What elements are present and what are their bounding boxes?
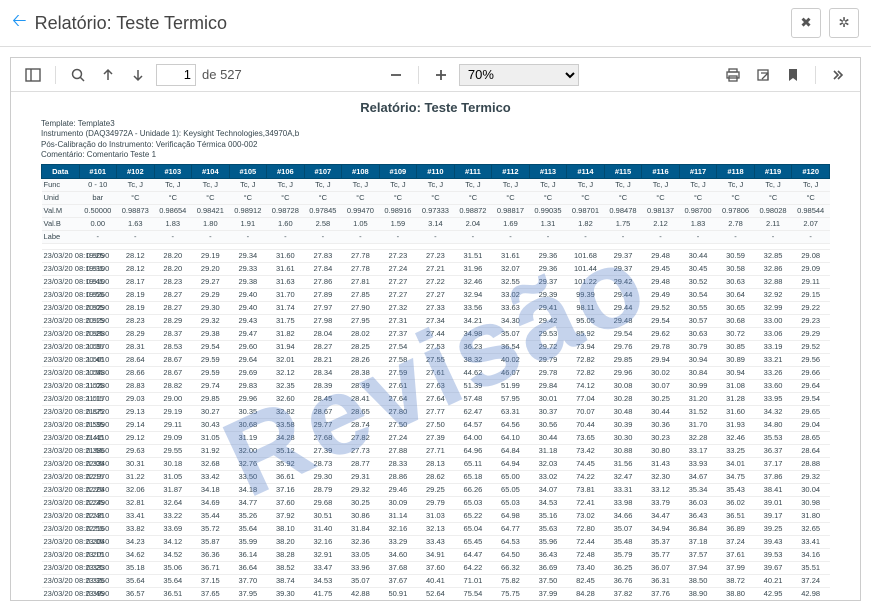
table-header-row: Val.M0.500000.988730.986540.984210.98912… (42, 204, 830, 217)
zoom-select[interactable]: 70% (459, 64, 579, 86)
column-header: #106 (267, 164, 305, 178)
back-arrow[interactable]: 🡠 (12, 8, 27, 38)
table-row: 23/03/20 08:22:250.264032.0631.8734.1834… (42, 483, 830, 496)
table-row: 23/03/20 08:20:351.057028.3128.5329.5429… (42, 340, 830, 353)
meta-comment: Comentário: Comentario Teste 1 (41, 150, 830, 160)
print-icon[interactable] (721, 63, 745, 87)
report-title: Relatório: Teste Termico (41, 100, 830, 115)
meta-instrument: Instrumento (DAQ34972A - Unidade 1): Key… (41, 129, 830, 139)
table-header-row: Val.B0.001.631.831.801.911.602.581.051.5… (42, 217, 830, 230)
page-total-label: de 527 (202, 67, 242, 82)
column-header: #101 (79, 164, 117, 178)
more-tools-icon[interactable] (826, 63, 850, 87)
column-header: Data (42, 164, 80, 178)
pdf-viewer-area: de 527 70% (0, 47, 871, 611)
pdf-viewer: de 527 70% (10, 57, 861, 601)
table-row: 23/03/20 08:22:350.249032.8132.6434.6934… (42, 496, 830, 509)
table-row: 23/03/20 08:22:150.297031.2231.0533.4233… (42, 470, 830, 483)
app-header: 🡠 Relatório: Teste Termico ✖ ✲ (0, 0, 871, 47)
column-header: #110 (417, 164, 455, 178)
table-row: 23/03/20 08:20:250.988028.2928.3729.3829… (42, 327, 830, 340)
table-row: 23/03/20 08:21:151.017029.0329.0029.8529… (42, 392, 830, 405)
column-header: #108 (342, 164, 380, 178)
prev-page-icon[interactable] (96, 63, 120, 87)
page-title: Relatório: Teste Termico (35, 13, 227, 34)
column-header: #115 (604, 164, 642, 178)
settings-button[interactable]: ✲ (829, 8, 859, 38)
next-page-icon[interactable] (126, 63, 150, 87)
meta-template: Template: Template3 (41, 119, 830, 129)
column-header: #104 (192, 164, 230, 178)
zoom-out-icon[interactable] (384, 63, 408, 87)
column-header: #107 (304, 164, 342, 178)
column-header: #113 (529, 164, 567, 178)
column-header: #114 (567, 164, 605, 178)
column-header: #119 (754, 164, 792, 178)
table-row: 23/03/20 08:21:550.386029.6329.5531.9232… (42, 444, 830, 457)
table-row: 23/03/20 08:22:550.216033.8233.6935.7235… (42, 522, 830, 535)
table-row: 23/03/20 08:20:150.929028.2328.2929.3229… (42, 314, 830, 327)
close-button[interactable]: ✖ (791, 8, 821, 38)
table-row: 23/03/20 08:21:450.411029.1229.0931.0531… (42, 431, 830, 444)
column-header: #109 (379, 164, 417, 178)
table-row: 23/03/20 08:23:050.204034.2334.1235.8735… (42, 535, 830, 548)
column-header: #111 (454, 164, 492, 178)
data-table: Data#101#102#103#104#105#106#107#108#109… (41, 164, 830, 600)
table-row: 23/03/20 08:22:050.334030.3130.1832.6832… (42, 457, 830, 470)
column-header: #116 (642, 164, 680, 178)
table-row: 23/03/20 08:20:451.061028.6428.6729.5929… (42, 353, 830, 366)
table-header-row: Labe-------------------- (42, 230, 830, 243)
column-header: #102 (117, 164, 155, 178)
open-external-icon[interactable] (751, 63, 775, 87)
column-header: #118 (717, 164, 755, 178)
table-row: 23/03/20 08:19:350.910028.1228.2029.2029… (42, 262, 830, 275)
pdf-page-viewport[interactable]: Revisão Relatório: Teste Termico Templat… (11, 92, 860, 600)
table-row: 23/03/20 08:19:450.910028.1728.2329.2729… (42, 275, 830, 288)
pdf-page-content: Revisão Relatório: Teste Termico Templat… (11, 92, 860, 600)
pdf-toolbar: de 527 70% (11, 58, 860, 92)
table-row: 23/03/20 08:23:150.201034.6234.5236.3636… (42, 548, 830, 561)
page-number-input[interactable] (156, 64, 196, 86)
table-header-row: Func0 - 10Tc, JTc, JTc, JTc, JTc, JTc, J… (42, 178, 830, 191)
bookmark-icon[interactable] (781, 63, 805, 87)
table-row: 23/03/20 08:23:350.326035.6435.6437.1537… (42, 574, 830, 587)
table-row: 23/03/20 08:19:250.909028.1228.2029.1929… (42, 249, 830, 262)
table-row: 23/03/20 08:21:250.872029.1329.1930.2730… (42, 405, 830, 418)
table-header-row: Unidbar°C°C°C°C°C°C°C°C°C°C°C°C°C°C°C°C°… (42, 191, 830, 204)
meta-postcal: Pós-Calibração do Instrumento: Verificaç… (41, 140, 830, 150)
column-header: #103 (154, 164, 192, 178)
sidebar-toggle-icon[interactable] (21, 63, 45, 87)
search-icon[interactable] (66, 63, 90, 87)
table-row: 23/03/20 08:22:450.231033.4133.2235.4435… (42, 509, 830, 522)
table-row: 23/03/20 08:23:250.333035.1835.0636.7136… (42, 561, 830, 574)
table-row: 23/03/20 08:20:050.929028.1928.2729.3029… (42, 301, 830, 314)
table-row: 23/03/20 08:20:551.048028.6628.6729.5929… (42, 366, 830, 379)
column-header: #117 (679, 164, 717, 178)
column-header: #120 (792, 164, 830, 178)
table-row: 23/03/20 08:23:450.399036.5736.5137.6537… (42, 587, 830, 600)
table-row: 23/03/20 08:21:051.028028.8328.8229.7429… (42, 379, 830, 392)
table-row: 23/03/20 08:21:350.599029.1429.1130.4330… (42, 418, 830, 431)
column-header: #105 (229, 164, 267, 178)
table-row: 23/03/20 08:19:550.926028.1928.2729.2929… (42, 288, 830, 301)
column-header: #112 (492, 164, 530, 178)
zoom-in-icon[interactable] (429, 63, 453, 87)
